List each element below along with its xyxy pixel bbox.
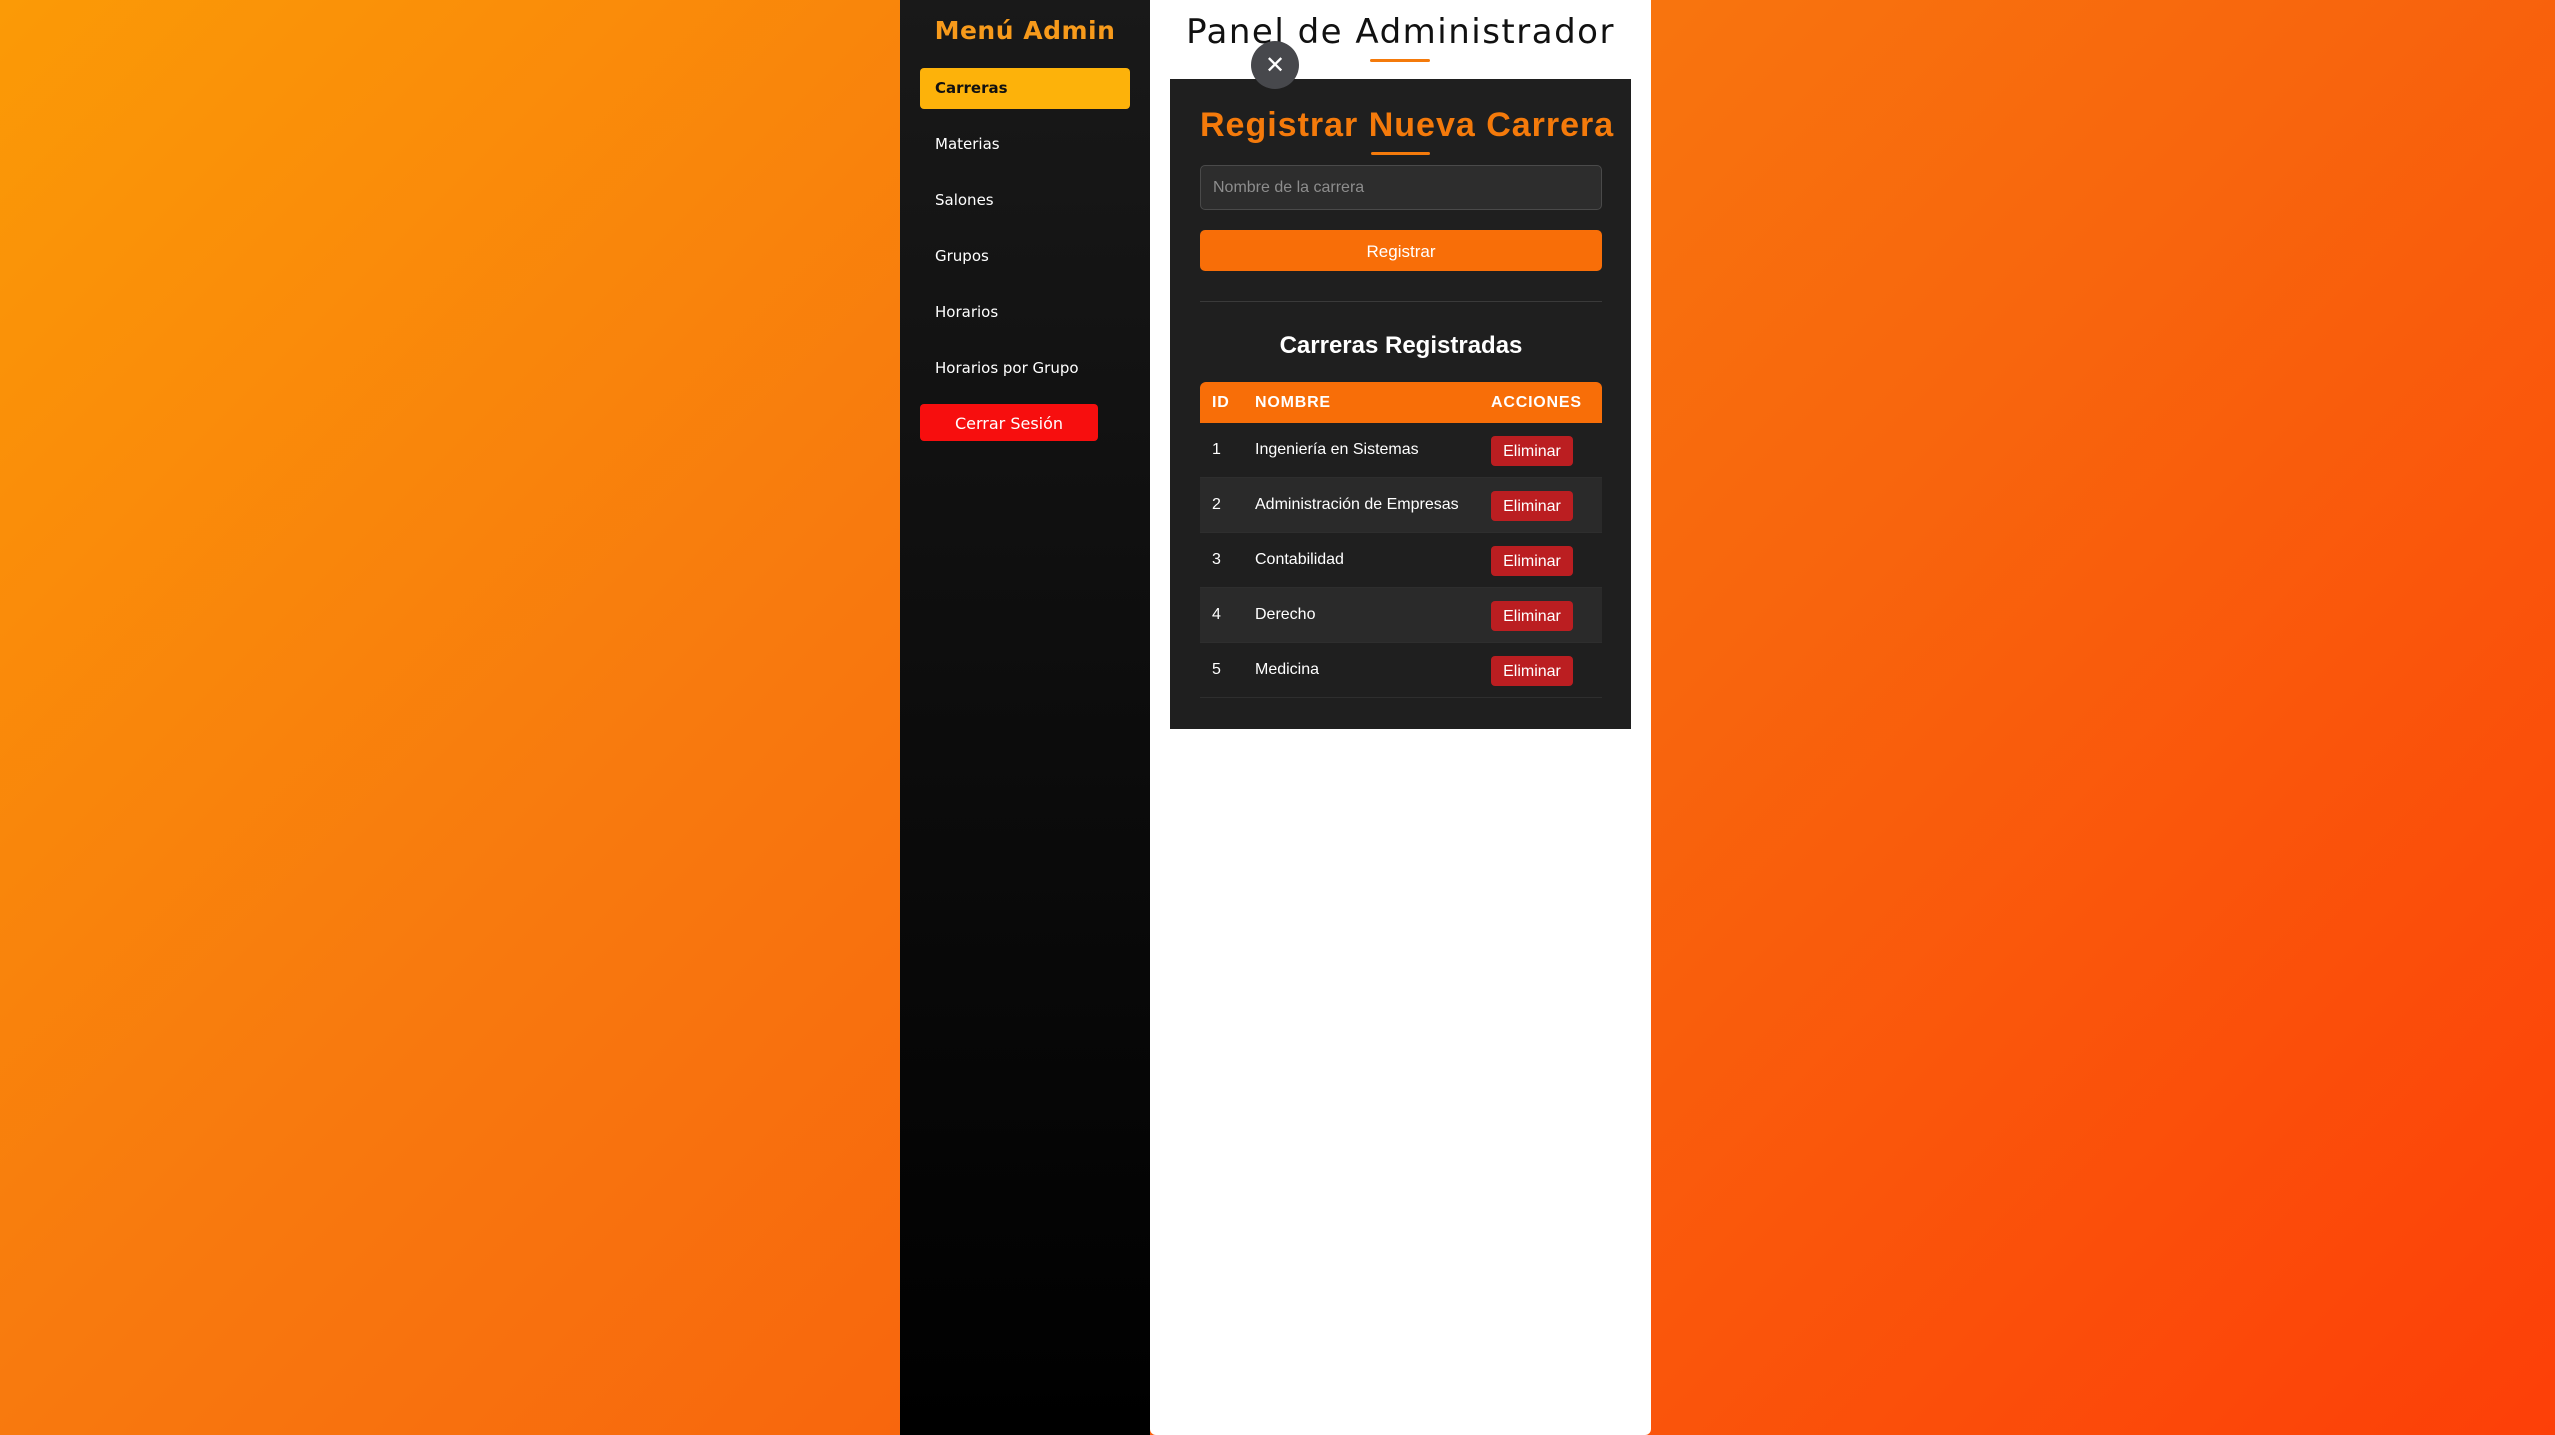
close-icon[interactable]: ✕: [1251, 41, 1299, 89]
table-title: Carreras Registradas: [1279, 332, 1523, 359]
row-name: Medicina: [1255, 661, 1320, 678]
delete-button[interactable]: Eliminar: [1491, 601, 1573, 631]
careers-table: ID NOMBRE ACCIONES 1 Ingeniería en Siste…: [1200, 382, 1602, 698]
delete-button[interactable]: Eliminar: [1491, 656, 1573, 686]
sidebar-title: Menú Admin: [934, 16, 1116, 45]
table-header: ID NOMBRE ACCIONES: [1200, 382, 1602, 423]
row-id: 1: [1212, 441, 1221, 458]
table-row: 2 Administración de Empresas Eliminar: [1200, 478, 1602, 533]
register-career-modal: Registrar Nueva Carrera Registrar Carrer…: [1170, 79, 1631, 729]
row-id: 4: [1212, 606, 1221, 623]
page-title: Panel de Administrador: [1186, 12, 1615, 52]
row-name: Ingeniería en Sistemas: [1255, 441, 1419, 458]
logout-button[interactable]: Cerrar Sesión: [920, 404, 1098, 441]
page-title-underline: [1370, 59, 1430, 62]
delete-button[interactable]: Eliminar: [1491, 491, 1573, 521]
sidebar-item-materias[interactable]: Materias: [920, 124, 1130, 165]
column-header-id: ID: [1212, 394, 1230, 411]
sidebar-item-horarios[interactable]: Horarios: [920, 292, 1130, 333]
table-row: 3 Contabilidad Eliminar: [1200, 533, 1602, 588]
form-title: Registrar Nueva Carrera: [1200, 106, 1615, 144]
form-title-underline: [1371, 152, 1430, 155]
row-name: Derecho: [1255, 606, 1316, 623]
sidebar: Menú Admin Carreras Materias Salones Gru…: [900, 0, 1150, 1435]
career-name-input[interactable]: [1200, 165, 1602, 210]
row-name: Contabilidad: [1255, 551, 1344, 568]
register-button[interactable]: Registrar: [1200, 230, 1602, 271]
row-id: 3: [1212, 551, 1221, 568]
delete-button[interactable]: Eliminar: [1491, 546, 1573, 576]
sidebar-item-horarios-por-grupo[interactable]: Horarios por Grupo: [920, 348, 1130, 389]
table-row: 5 Medicina Eliminar: [1200, 643, 1602, 698]
sidebar-item-grupos[interactable]: Grupos: [920, 236, 1130, 277]
row-id: 2: [1212, 496, 1221, 513]
sidebar-item-salones[interactable]: Salones: [920, 180, 1130, 221]
sidebar-item-carreras[interactable]: Carreras: [920, 68, 1130, 109]
table-row: 1 Ingeniería en Sistemas Eliminar: [1200, 423, 1602, 478]
divider: [1200, 301, 1602, 302]
row-name: Administración de Empresas: [1255, 496, 1459, 513]
column-header-name: NOMBRE: [1255, 394, 1331, 411]
row-id: 5: [1212, 661, 1221, 678]
table-row: 4 Derecho Eliminar: [1200, 588, 1602, 643]
main-panel: Panel de Administrador Registrar Nueva C…: [1150, 0, 1651, 1435]
delete-button[interactable]: Eliminar: [1491, 436, 1573, 466]
column-header-actions: ACCIONES: [1491, 394, 1582, 411]
